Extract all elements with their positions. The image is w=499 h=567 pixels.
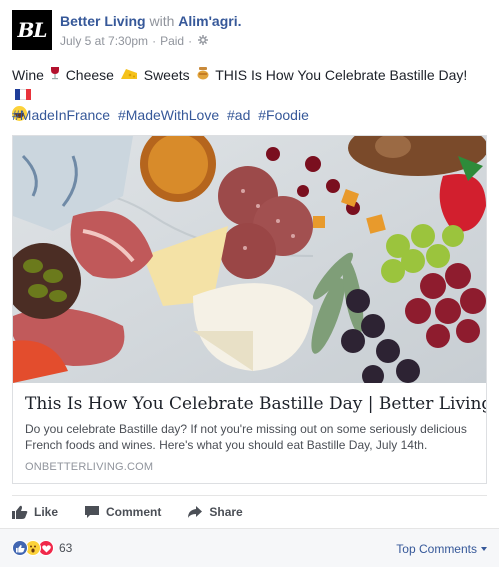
share-button[interactable]: Share [187, 504, 243, 519]
link-preview-card[interactable]: This Is How You Celebrate Bastille Day |… [12, 135, 487, 484]
share-label: Share [209, 504, 243, 519]
page-name-link[interactable]: Better Living [60, 13, 146, 29]
post-actions: Like Comment Share [12, 495, 487, 527]
hashtag-link[interactable]: #MadeWithLove [118, 107, 219, 123]
thumbs-up-icon [12, 505, 28, 519]
reaction-summary[interactable]: 63 [12, 540, 72, 556]
post-meta: July 5 at 7:30pm · Paid · [60, 34, 209, 48]
post-byline: Better Living with Alim'agri. [60, 13, 242, 29]
hashtag-link[interactable]: #Foodie [258, 107, 309, 123]
post-text-wine: Wine [12, 67, 44, 83]
link-description: Do you celebrate Bastille day? If not yo… [25, 422, 467, 452]
cheese-icon [120, 66, 138, 85]
share-icon [188, 505, 203, 518]
like-label: Like [34, 504, 59, 519]
post-text-sweets: Sweets [143, 67, 190, 83]
like-button[interactable]: Like [12, 505, 58, 519]
post-text-headline: THIS Is How You Celebrate Bastille Day! [215, 67, 468, 83]
gear-icon[interactable] [198, 34, 209, 48]
post-timestamp[interactable]: July 5 at 7:30pm [60, 34, 148, 48]
avatar[interactable]: BL [12, 10, 52, 50]
post-text-cheese: Cheese [65, 67, 114, 83]
link-preview-body[interactable]: This Is How You Celebrate Bastille Day |… [13, 383, 486, 483]
france-flag-icon [15, 89, 31, 100]
reaction-count[interactable]: 63 [59, 541, 72, 555]
meta-separator: · [188, 34, 193, 48]
link-title[interactable]: This Is How You Celebrate Bastille Day |… [25, 393, 486, 415]
reactions-footer: 63 Top Comments [0, 528, 499, 567]
link-preview-image[interactable] [13, 136, 486, 383]
comment-label: Comment [106, 504, 162, 519]
hashtag-link[interactable]: #MadeInFrance [12, 107, 110, 123]
meta-separator: · [152, 34, 157, 48]
top-comments-dropdown[interactable]: Top Comments [396, 542, 487, 556]
comment-icon [85, 505, 100, 518]
paid-label: Paid [160, 34, 185, 48]
link-domain: ONBETTERLIVING.COM [25, 461, 154, 473]
partner-name-link[interactable]: Alim'agri. [178, 13, 241, 29]
honey-pot-icon [196, 66, 210, 85]
comment-button[interactable]: Comment [84, 505, 161, 519]
post-header: BL Better Living with Alim'agri. July 5 … [12, 10, 487, 52]
wine-glass-icon [50, 66, 60, 85]
hashtag-list: #MadeInFrance #MadeWithLove #ad #Foodie [12, 107, 313, 123]
with-label: with [149, 13, 175, 29]
hashtag-link[interactable]: #ad [227, 107, 250, 123]
like-reaction-icon [12, 540, 28, 556]
